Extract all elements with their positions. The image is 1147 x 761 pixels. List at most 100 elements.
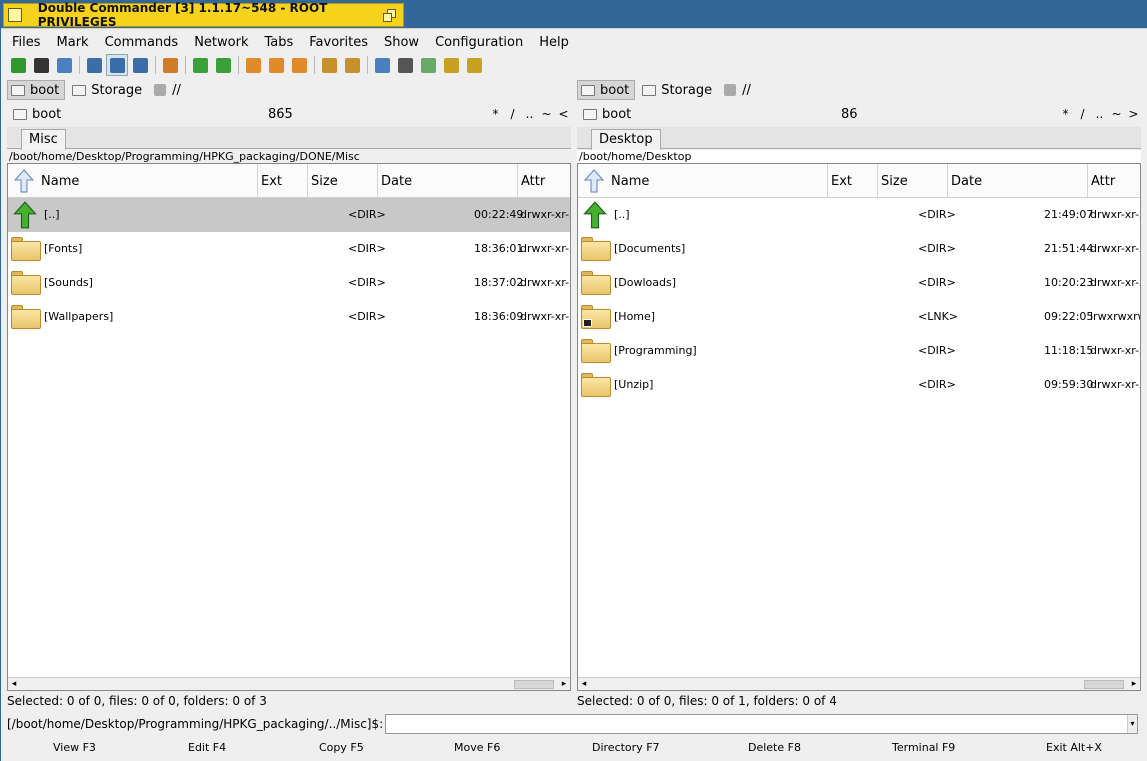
search-button[interactable]	[394, 54, 416, 76]
file-row[interactable]: [Home] <LNK> 09:22:05 lrwxrwxrw	[578, 300, 1140, 334]
hot-path-button[interactable]: /	[504, 107, 521, 121]
file-name: [..]	[614, 208, 630, 221]
scroll-right-icon[interactable]: ▸	[558, 678, 570, 690]
column-header-date[interactable]: Date	[378, 164, 518, 198]
fkey-button[interactable]: Directory F7	[592, 741, 660, 754]
menu-show[interactable]: Show	[376, 35, 427, 50]
scroll-right-icon[interactable]: ▸	[1128, 678, 1140, 690]
title-bar[interactable]: Double Commander [3] 1.1.17~548 - ROOT P…	[3, 1, 404, 29]
terminal-button[interactable]	[30, 54, 52, 76]
right-file-panel[interactable]: Name Ext Size Date Attr [..] <DIR> 21:49:07 drwx…	[577, 163, 1141, 691]
file-row[interactable]: [Programming] <DIR> 11:18:15 drwxr-xr-x	[578, 334, 1140, 368]
column-header-size[interactable]: Size	[308, 164, 378, 198]
right-current-path[interactable]: /boot/home/Desktop	[577, 150, 1141, 163]
hot-path-button[interactable]: *	[487, 107, 504, 121]
file-row[interactable]: [Documents] <DIR> 21:51:44 drwxr-xr-x	[578, 232, 1140, 266]
menu-mark[interactable]: Mark	[49, 35, 97, 50]
hot-path-button[interactable]: /	[1074, 107, 1091, 121]
drive-button-boot[interactable]: boot	[7, 80, 66, 100]
delete-icon	[268, 57, 284, 73]
extract-files-button[interactable]	[341, 54, 363, 76]
menu-commands[interactable]: Commands	[97, 35, 187, 50]
tab-misc[interactable]: Misc	[21, 129, 66, 150]
left-file-panel[interactable]: Name Ext Size Date Attr [..] <DIR> 00:22:49 drwx…	[7, 163, 571, 691]
hot-path-button[interactable]: *	[1057, 107, 1074, 121]
maximize-icon[interactable]	[383, 9, 397, 23]
right-tab-strip: Desktop	[577, 127, 1141, 150]
fkey-button[interactable]: Terminal F9	[892, 741, 955, 754]
column-header-attr[interactable]: Attr	[518, 164, 570, 198]
copy-to-left-button[interactable]	[189, 54, 211, 76]
file-row[interactable]: [Fonts] <DIR> 18:36:01 drwxr-xr-x	[8, 232, 570, 266]
hot-path-button[interactable]: >	[1125, 107, 1142, 121]
scrollbar-thumb[interactable]	[1084, 680, 1124, 689]
fkey-button[interactable]: View F3	[53, 741, 96, 754]
column-header-name[interactable]: Name	[608, 164, 828, 198]
sort-up-icon[interactable]	[583, 169, 605, 193]
scroll-left-icon[interactable]: ◂	[8, 678, 20, 690]
column-header-attr[interactable]: Attr	[1088, 164, 1140, 198]
file-row[interactable]: [..] <DIR> 00:22:49 drwxr-xr-x	[8, 198, 570, 232]
menu-network[interactable]: Network	[186, 35, 256, 50]
drive-button-storage[interactable]: Storage	[69, 80, 147, 100]
fkey-button[interactable]: Move F6	[454, 741, 500, 754]
fkey-button[interactable]: Copy F5	[319, 741, 364, 754]
pack-files-button[interactable]	[318, 54, 340, 76]
hotlist-button[interactable]	[440, 54, 462, 76]
sync-dirs-button[interactable]	[371, 54, 393, 76]
tab-desktop[interactable]: Desktop	[591, 129, 661, 150]
hot-path-button[interactable]: ..	[1091, 107, 1108, 121]
left-current-path[interactable]: /boot/home/Desktop/Programming/HPKG_pack…	[7, 150, 571, 163]
sort-up-icon[interactable]	[13, 169, 35, 193]
cut-button[interactable]	[288, 54, 310, 76]
hot-path-button[interactable]: ~	[538, 107, 555, 121]
column-header-ext[interactable]: Ext	[258, 164, 308, 198]
drive-button-boot[interactable]: boot	[577, 80, 636, 100]
options-button[interactable]	[53, 54, 75, 76]
hot-path-button[interactable]: ~	[1108, 107, 1125, 121]
full-view-button[interactable]	[106, 54, 128, 76]
menu-tabs[interactable]: Tabs	[256, 35, 301, 50]
brief-view-button[interactable]	[83, 54, 105, 76]
scrollbar-thumb[interactable]	[514, 680, 554, 689]
left-hot-paths: * /.. ~ <	[487, 107, 572, 121]
file-attr: drwxr-xr-x	[520, 310, 571, 323]
hot-path-button[interactable]: <	[555, 107, 572, 121]
drive-button-storage[interactable]: Storage	[639, 80, 717, 100]
fkey-button[interactable]: Delete F8	[748, 741, 801, 754]
file-row[interactable]: [Wallpapers] <DIR> 18:36:09 drwxr-xr-x	[8, 300, 570, 334]
column-header-size[interactable]: Size	[878, 164, 948, 198]
hot-path-button[interactable]: ..	[521, 107, 538, 121]
copy-names-button[interactable]	[463, 54, 485, 76]
compare-directories-button[interactable]	[159, 54, 181, 76]
network-icon	[724, 84, 737, 96]
file-row[interactable]: [Unzip] <DIR> 09:59:30 drwxr-xr-x	[578, 368, 1140, 402]
edit-button[interactable]	[417, 54, 439, 76]
menu-favorites[interactable]: Favorites	[301, 35, 376, 50]
copy-to-right-button[interactable]	[212, 54, 234, 76]
fkey-button[interactable]: Exit Alt+X	[1046, 741, 1102, 754]
column-header-ext[interactable]: Ext	[828, 164, 878, 198]
chevron-down-icon[interactable]: ▾	[1127, 715, 1137, 733]
file-row[interactable]: [Dowloads] <DIR> 10:20:23 drwxr-xr-x	[578, 266, 1140, 300]
horizontal-scrollbar[interactable]: ◂ ▸	[578, 677, 1140, 690]
menu-help[interactable]: Help	[531, 35, 577, 50]
scroll-left-icon[interactable]: ◂	[578, 678, 590, 690]
file-row[interactable]: [..] <DIR> 21:49:07 drwxr-xr-x	[578, 198, 1140, 232]
file-name: [Wallpapers]	[44, 310, 114, 323]
thumbnails-view-button[interactable]	[129, 54, 151, 76]
command-input[interactable]: ▾	[385, 714, 1138, 734]
menu-files[interactable]: Files	[4, 35, 49, 50]
column-header-date[interactable]: Date	[948, 164, 1088, 198]
file-row[interactable]: [Sounds] <DIR> 18:37:02 drwxr-xr-x	[8, 266, 570, 300]
drive-button-network[interactable]: //	[151, 80, 186, 100]
multi-rename-button[interactable]	[242, 54, 264, 76]
file-name: [..]	[44, 208, 60, 221]
drive-button-network[interactable]: //	[721, 80, 756, 100]
menu-configuration[interactable]: Configuration	[427, 35, 531, 50]
fkey-button[interactable]: Edit F4	[188, 741, 226, 754]
horizontal-scrollbar[interactable]: ◂ ▸	[8, 677, 570, 690]
delete-button[interactable]	[265, 54, 287, 76]
column-header-name[interactable]: Name	[38, 164, 258, 198]
refresh-button[interactable]	[7, 54, 29, 76]
